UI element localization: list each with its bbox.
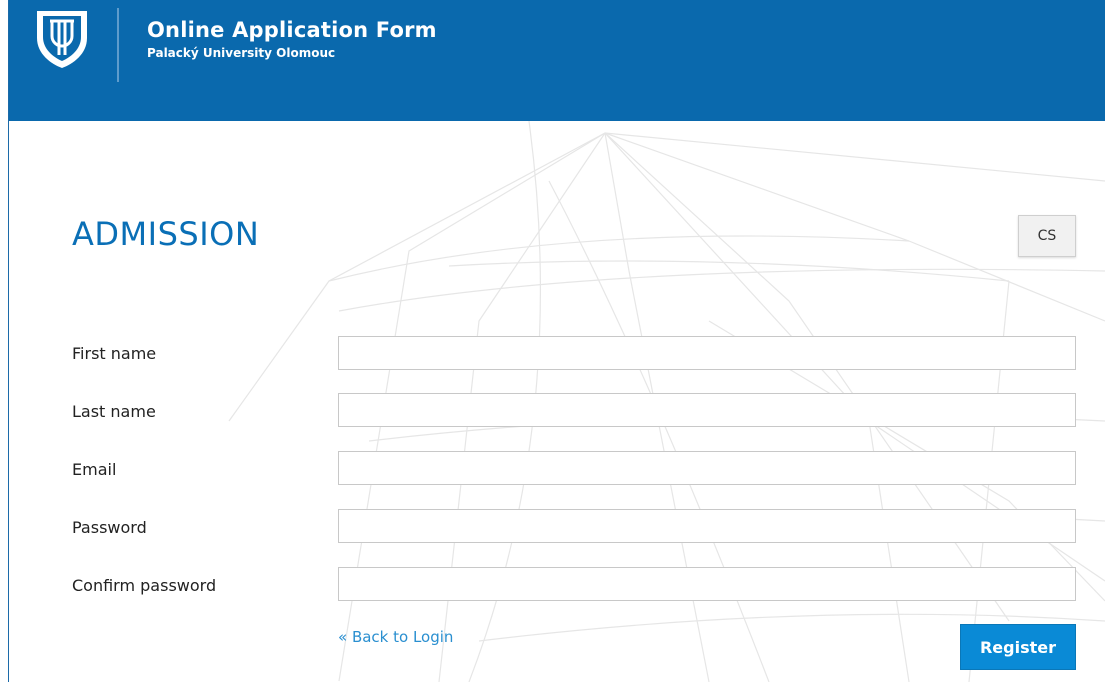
app-header: Online Application Form Palacký Universi… [9,0,1105,121]
confirm-password-label: Confirm password [72,576,217,595]
app-subtitle: Palacký University Olomouc [147,46,336,60]
email-label: Email [72,460,117,479]
university-shield-icon[interactable] [33,8,91,70]
password-input[interactable] [338,509,1076,543]
app-title: Online Application Form [147,18,437,42]
last-name-label: Last name [72,402,156,421]
back-to-login-link[interactable]: « Back to Login [338,628,453,646]
page-title: ADMISSION [72,215,260,253]
last-name-input[interactable] [338,393,1076,427]
page-margin [0,0,8,682]
language-switch-button[interactable]: CS [1018,215,1076,257]
first-name-input[interactable] [338,336,1076,370]
email-input[interactable] [338,451,1076,485]
header-divider [117,8,119,82]
register-button[interactable]: Register [960,624,1076,670]
first-name-label: First name [72,344,157,363]
confirm-password-input[interactable] [338,567,1076,601]
password-label: Password [72,518,147,537]
